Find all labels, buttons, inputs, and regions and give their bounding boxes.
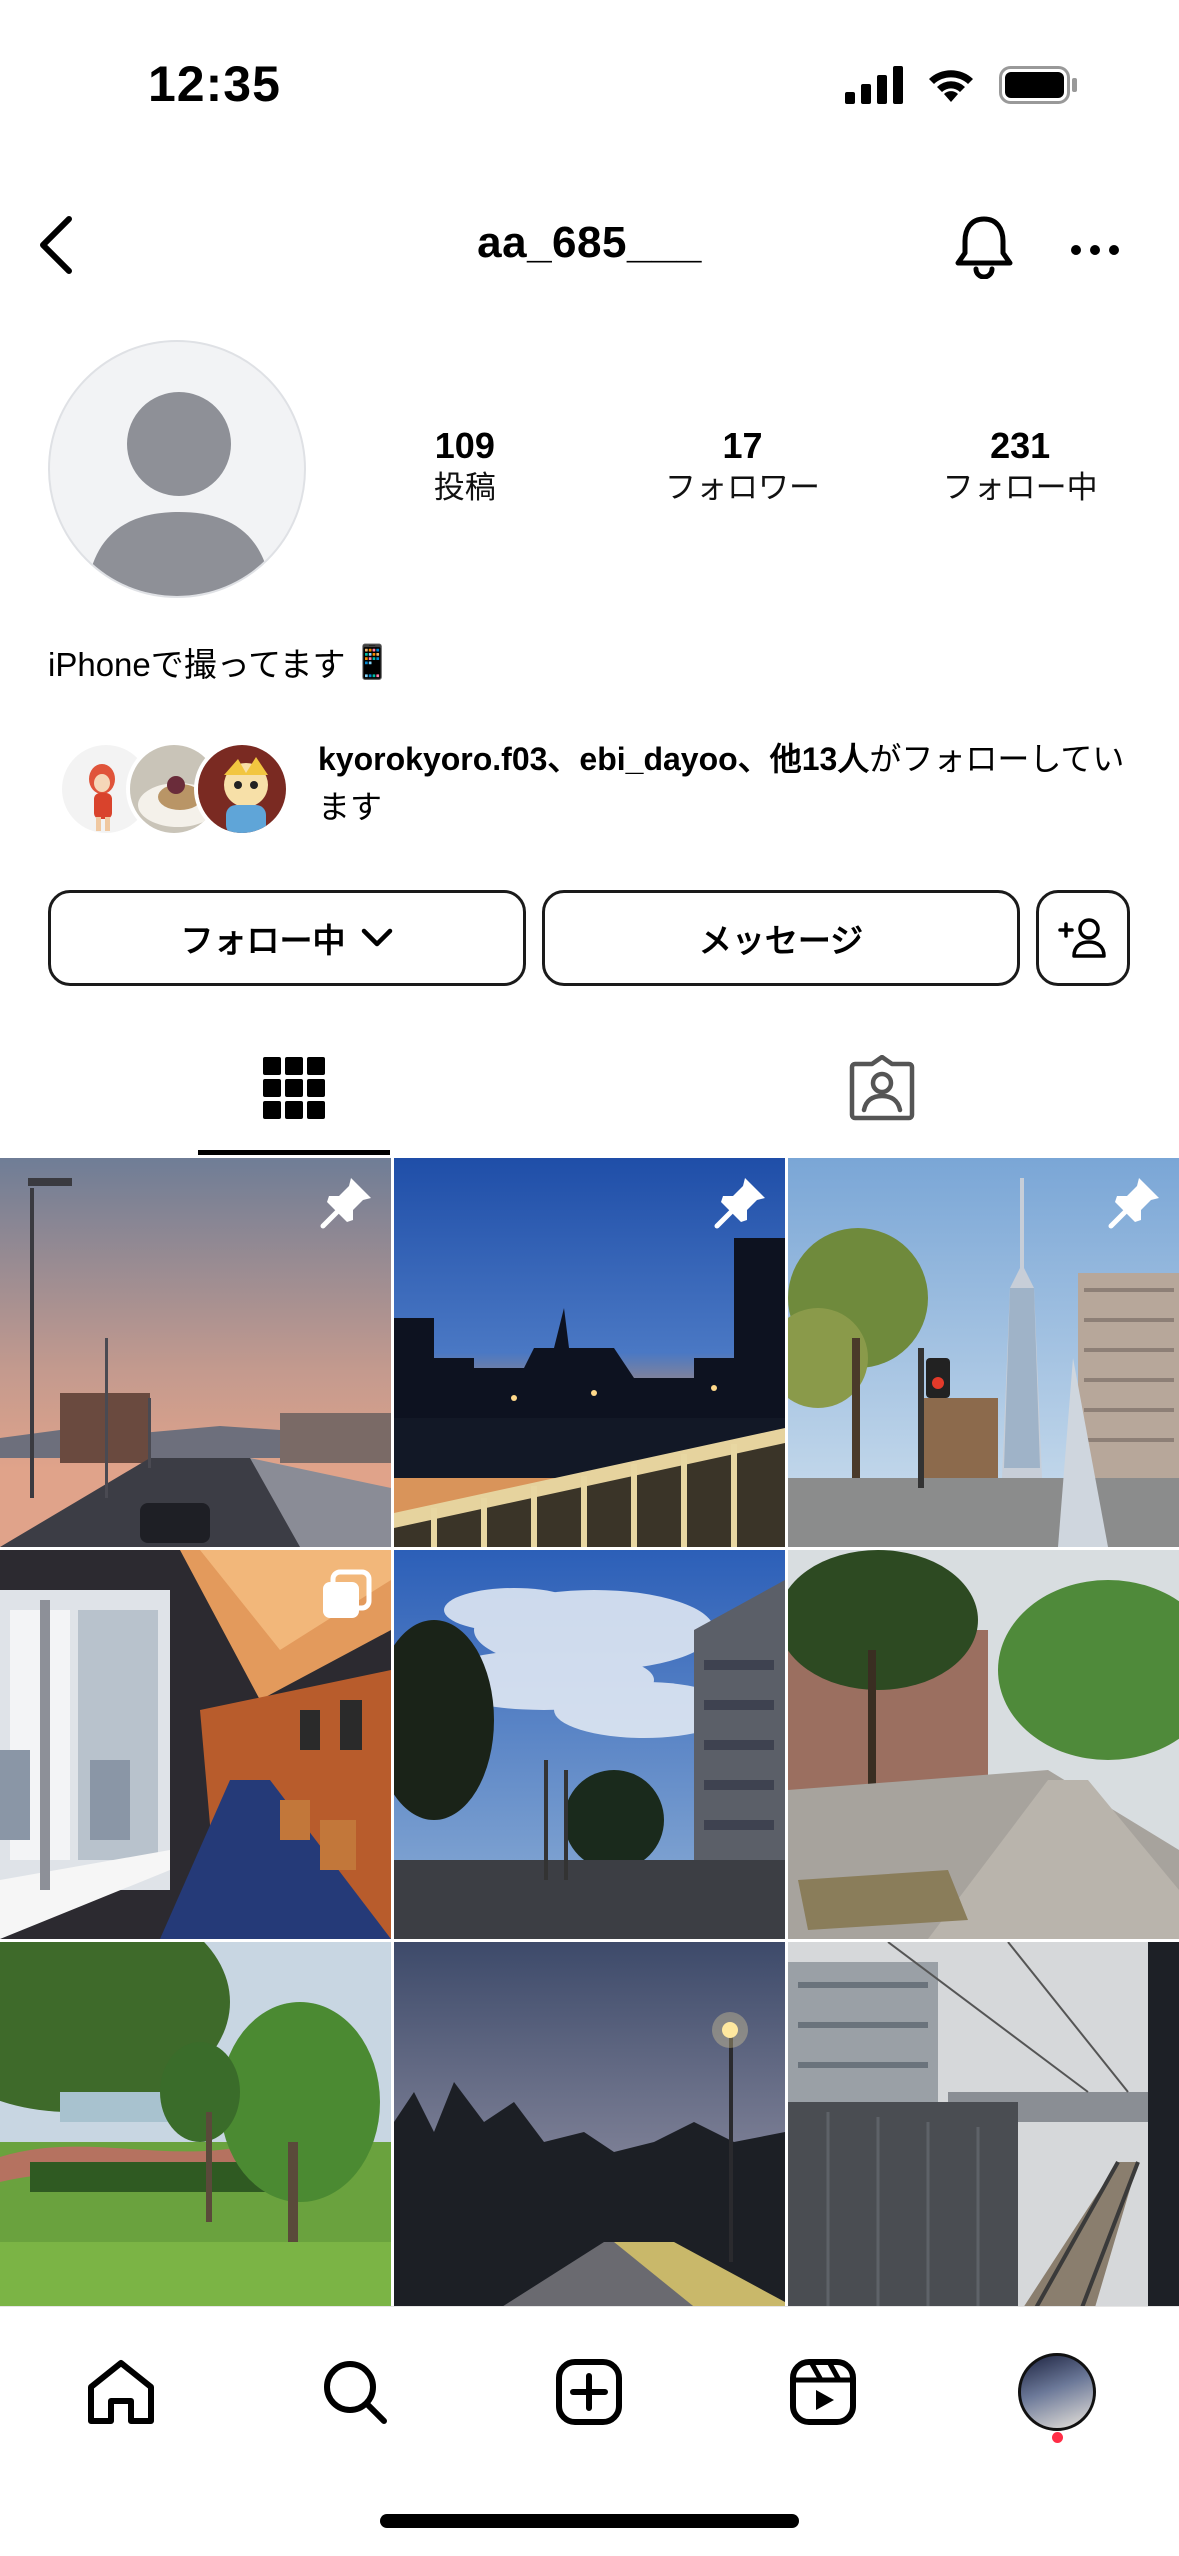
following-button[interactable]: フォロー中 [48,890,526,986]
following-count: 231 [990,425,1051,466]
profile-avatar[interactable] [48,340,306,598]
profile-bio: iPhoneで撮ってます 📱 [48,638,393,686]
reels-icon [790,2359,856,2425]
post-thumbnail[interactable] [788,1550,1179,1939]
followed-by-rest: 他13人 [769,741,870,777]
battery-icon [999,66,1077,104]
phone-emoji-icon: 📱 [351,642,393,680]
more-horizontal-icon [1071,245,1119,255]
profile-avatar-thumbnail [1018,2353,1096,2431]
carousel-icon [323,1569,372,1618]
add-person-icon [1058,918,1106,958]
profile-tabs [0,1020,1179,1155]
message-button-label: メッセージ [698,922,864,959]
followers-count: 17 [722,425,763,466]
search-icon [324,2361,387,2424]
profile-stats: 109 投稿 17 フォロワー 231 フォロー中 [306,425,1179,509]
post-thumbnail[interactable] [394,1942,785,2306]
post-thumbnail[interactable] [788,1942,1179,2306]
posts-grid [0,1158,1179,2306]
tree-sidewalk-photo [788,1550,1179,1939]
followers-label: フォロワー [664,470,820,505]
tab-tagged[interactable] [786,1020,978,1155]
grid-icon [263,1056,325,1119]
posts-label: 投稿 [433,470,496,505]
stat-posts[interactable]: 109 投稿 [350,425,580,509]
dusk-park-path-photo [394,1942,785,2306]
active-tab-indicator [198,1150,390,1155]
post-thumbnail[interactable] [394,1550,785,1939]
mutual-avatars [58,741,298,841]
tab-posts-grid[interactable] [198,1020,390,1155]
post-thumbnail[interactable] [788,1158,1179,1547]
followed-by-row[interactable]: kyorokyoro.f03、ebi_dayoo、他13人がフォローしています [58,735,1138,845]
followed-by-names: kyorokyoro.f03、ebi_dayoo、 [318,741,770,777]
bio-text: iPhoneで撮ってます [48,646,346,683]
message-button[interactable]: メッセージ [542,890,1020,986]
railway-photo [788,1942,1179,2306]
cellular-signal-icon [845,66,903,104]
nav-home[interactable] [76,2347,166,2437]
nav-create[interactable] [544,2347,634,2437]
following-button-label: フォロー中 [180,922,346,959]
wifi-icon [929,70,973,102]
post-thumbnail[interactable] [0,1942,391,2306]
status-time: 12:35 [148,56,281,112]
park-photo [0,1942,391,2306]
stat-followers[interactable]: 17 フォロワー [627,425,857,509]
home-icon [88,2360,154,2424]
suggested-users-button[interactable] [1036,890,1130,986]
post-thumbnail[interactable] [0,1158,391,1547]
following-label: フォロー中 [942,470,1098,505]
post-thumbnail[interactable] [394,1158,785,1547]
home-indicator [380,2514,799,2528]
pin-icon [320,1178,371,1229]
post-thumbnail[interactable] [0,1550,391,1939]
notification-dot [1052,2432,1063,2443]
profile-actions: フォロー中 メッセージ [48,890,1130,988]
pin-icon [1108,1178,1159,1229]
pin-icon [714,1178,765,1229]
nav-search[interactable] [310,2347,400,2437]
more-options-button[interactable] [1060,215,1130,285]
posts-count: 109 [434,425,495,466]
cloudy-sky-street-photo [394,1550,785,1939]
followed-by-text: kyorokyoro.f03、ebi_dayoo、他13人がフォローしています [318,735,1148,831]
notifications-button[interactable] [946,208,1022,284]
character-blue-icon [198,745,286,833]
mutual-avatar-3 [194,741,290,837]
nav-reels[interactable] [778,2347,868,2437]
nav-profile[interactable] [1012,2347,1102,2437]
profile-header: aa_685___ [0,190,1179,300]
tagged-person-icon [849,1054,915,1120]
chevron-down-icon [361,928,392,947]
status-icons [845,66,1079,104]
default-avatar-icon [86,392,272,596]
bell-icon [955,216,1013,279]
create-post-icon [556,2359,622,2425]
stat-following[interactable]: 231 フォロー中 [905,425,1135,509]
status-bar: 12:35 [0,0,1179,160]
